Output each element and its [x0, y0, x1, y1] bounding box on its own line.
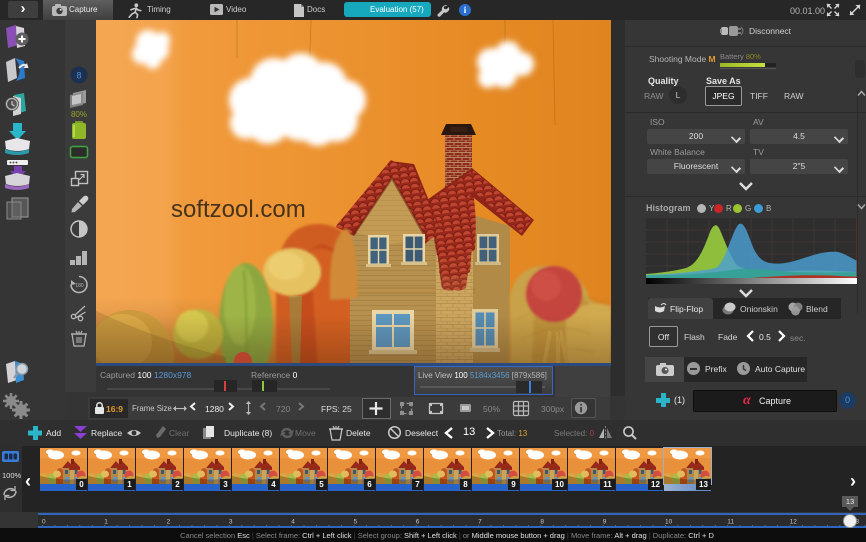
svg-text:9: 9 — [603, 519, 607, 526]
svg-text:180: 180 — [75, 283, 84, 289]
svg-text:10: 10 — [665, 519, 673, 526]
svg-text:12: 12 — [790, 519, 798, 526]
svg-text:8: 8 — [76, 71, 81, 81]
svg-text:80%: 80% — [71, 110, 87, 119]
svg-text:3: 3 — [229, 519, 233, 526]
svg-text:5: 5 — [354, 519, 358, 526]
svg-text:8: 8 — [540, 519, 544, 526]
svg-text:11: 11 — [727, 519, 734, 526]
svg-text:2: 2 — [167, 519, 171, 526]
svg-text:7: 7 — [478, 519, 482, 526]
svg-text:softzool.com: softzool.com — [171, 196, 306, 223]
svg-text:6: 6 — [416, 519, 420, 526]
svg-text:1: 1 — [104, 519, 108, 526]
svg-text:0: 0 — [42, 519, 46, 526]
svg-text:4: 4 — [291, 519, 295, 526]
